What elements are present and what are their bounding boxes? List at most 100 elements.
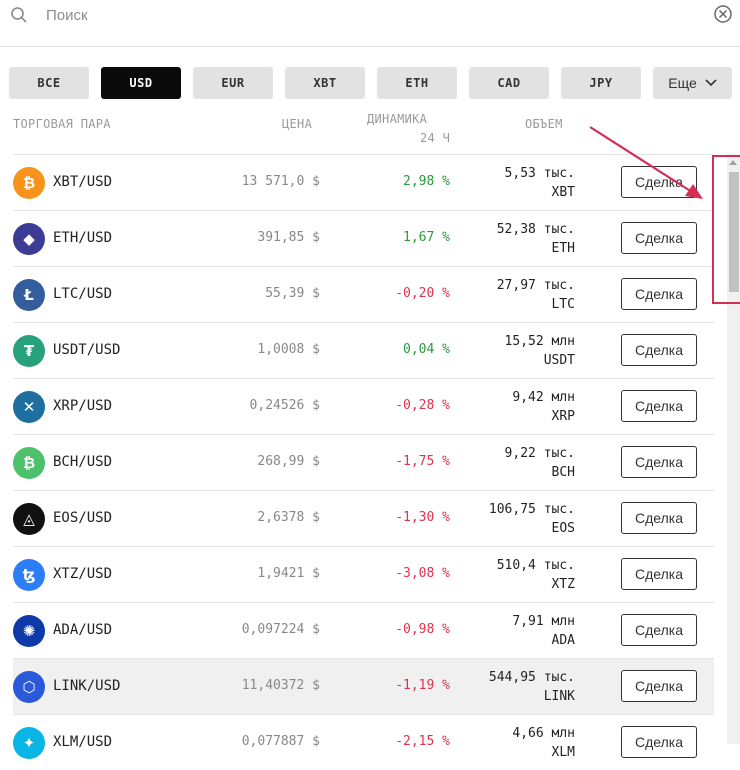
volume-currency: ETH bbox=[551, 241, 575, 256]
clear-search-icon[interactable] bbox=[713, 4, 733, 24]
table-row[interactable]: ꜩ XTZ/USD 1,9421 $ -3,08 % 510,4 тыс. XTZ Сдел… bbox=[13, 546, 714, 602]
header-pair[interactable]: ТОРГОВАЯ ПАРА bbox=[13, 117, 111, 131]
table-row[interactable]: ◆ ETH/USD 391,85 $ 1,67 % 52,38 тыс. ETH Сделк… bbox=[13, 210, 714, 266]
volume-amount: 5,53 тыс. bbox=[504, 166, 575, 181]
tab-eur[interactable]: EUR bbox=[193, 67, 273, 99]
volume-currency: BCH bbox=[551, 465, 575, 480]
change-value: -0,98 % bbox=[395, 622, 450, 637]
volume-amount: 106,75 тыс. bbox=[488, 502, 575, 517]
table-row[interactable]: ⬡ LINK/USD 11,40372 $ -1,19 % 544,95 тыс. LIN… bbox=[13, 658, 714, 714]
trade-button[interactable]: Сделка bbox=[621, 502, 697, 534]
search-bar bbox=[0, 0, 740, 47]
change-value: 1,67 % bbox=[403, 230, 450, 245]
trade-button[interactable]: Сделка bbox=[621, 390, 697, 422]
volume-amount: 9,22 тыс. bbox=[504, 446, 575, 461]
tab-jpy[interactable]: JPY bbox=[561, 67, 641, 99]
pair-label[interactable]: XLM/USD bbox=[53, 734, 112, 750]
search-icon bbox=[11, 7, 27, 23]
price-value: 268,99 $ bbox=[257, 454, 320, 469]
pair-label[interactable]: LTC/USD bbox=[53, 286, 112, 302]
stellar-icon: ✦ bbox=[13, 727, 45, 759]
volume-value: 544,95 тыс. LINK bbox=[489, 668, 575, 706]
price-value: 1,0008 $ bbox=[257, 342, 320, 357]
pair-label[interactable]: XTZ/USD bbox=[53, 566, 112, 582]
annotation-highlight-box bbox=[712, 155, 740, 304]
litecoin-icon: Ł bbox=[13, 279, 45, 311]
volume-amount: 27,97 тыс. bbox=[496, 278, 575, 293]
table-row[interactable]: ₮ USDT/USD 1,0008 $ 0,04 % 15,52 млн USDT Сдел… bbox=[13, 322, 714, 378]
volume-amount: 52,38 тыс. bbox=[496, 222, 575, 237]
volume-currency: USDT bbox=[543, 353, 575, 368]
change-value: -2,15 % bbox=[395, 734, 450, 749]
trade-button[interactable]: Сделка bbox=[621, 278, 697, 310]
pair-label[interactable]: XRP/USD bbox=[53, 398, 112, 414]
header-price[interactable]: ЦЕНА bbox=[282, 117, 312, 131]
ethereum-icon: ◆ bbox=[13, 223, 45, 255]
volume-amount: 4,66 млн bbox=[512, 726, 575, 741]
header-volume[interactable]: ОБЪЕМ bbox=[525, 117, 563, 131]
tezos-icon: ꜩ bbox=[13, 559, 45, 591]
change-value: -1,19 % bbox=[395, 678, 450, 693]
change-value: -1,30 % bbox=[395, 510, 450, 525]
trade-button[interactable]: Сделка bbox=[621, 446, 697, 478]
volume-currency: EOS bbox=[551, 521, 575, 536]
eos-icon: ◬ bbox=[13, 503, 45, 535]
volume-value: 510,4 тыс. XTZ bbox=[497, 556, 575, 594]
table-row[interactable]: ◬ EOS/USD 2,6378 $ -1,30 % 106,75 тыс. EOS Сде… bbox=[13, 490, 714, 546]
trade-button[interactable]: Сделка bbox=[621, 222, 697, 254]
pair-label[interactable]: ADA/USD bbox=[53, 622, 112, 638]
change-value: -0,28 % bbox=[395, 398, 450, 413]
volume-currency: LTC bbox=[551, 297, 575, 312]
price-value: 0,24526 $ bbox=[249, 398, 320, 413]
more-dropdown[interactable]: Еще bbox=[653, 67, 732, 99]
volume-amount: 544,95 тыс. bbox=[488, 670, 575, 685]
trade-button[interactable]: Сделка bbox=[621, 614, 697, 646]
table-row[interactable]: ✦ XLM/USD 0,077887 $ -2,15 % 4,66 млн XLM Сдел… bbox=[13, 714, 714, 770]
tab-all[interactable]: ВСЕ bbox=[9, 67, 89, 99]
trade-button[interactable]: Сделка bbox=[621, 334, 697, 366]
pair-label[interactable]: EOS/USD bbox=[53, 510, 112, 526]
volume-currency: ADA bbox=[551, 633, 575, 648]
volume-value: 15,52 млн USDT bbox=[505, 332, 575, 370]
change-value: -3,08 % bbox=[395, 566, 450, 581]
pair-label[interactable]: LINK/USD bbox=[53, 678, 120, 694]
header-change[interactable]: ДИНАМИКА bbox=[367, 112, 427, 126]
tab-usd[interactable]: USD bbox=[101, 67, 181, 99]
price-value: 391,85 $ bbox=[257, 230, 320, 245]
bitcoin-icon: ₿ bbox=[13, 167, 45, 199]
volume-value: 9,42 млн XRP bbox=[512, 388, 575, 426]
trade-button[interactable]: Сделка bbox=[621, 558, 697, 590]
tab-cad[interactable]: CAD bbox=[469, 67, 549, 99]
cardano-icon: ✺ bbox=[13, 615, 45, 647]
table-row[interactable]: ✕ XRP/USD 0,24526 $ -0,28 % 9,42 млн XRP Сделк… bbox=[13, 378, 714, 434]
volume-amount: 15,52 млн bbox=[504, 334, 575, 349]
change-value: -1,75 % bbox=[395, 454, 450, 469]
tab-eth[interactable]: ETH bbox=[377, 67, 457, 99]
volume-currency: XLM bbox=[551, 745, 575, 760]
pair-label[interactable]: USDT/USD bbox=[53, 342, 120, 358]
pair-label[interactable]: BCH/USD bbox=[53, 454, 112, 470]
bitcoin-cash-icon: ₿ bbox=[13, 447, 45, 479]
chainlink-icon: ⬡ bbox=[13, 671, 45, 703]
volume-value: 9,22 тыс. BCH bbox=[505, 444, 575, 482]
volume-value: 4,66 млн XLM bbox=[512, 724, 575, 762]
tab-xbt[interactable]: XBT bbox=[285, 67, 365, 99]
trade-button[interactable]: Сделка bbox=[621, 670, 697, 702]
table-row[interactable]: ✺ ADA/USD 0,097224 $ -0,98 % 7,91 млн ADA Сдел… bbox=[13, 602, 714, 658]
price-value: 1,9421 $ bbox=[257, 566, 320, 581]
header-change-period: 24 Ч bbox=[420, 131, 451, 145]
change-value: -0,20 % bbox=[395, 286, 450, 301]
tether-icon: ₮ bbox=[13, 335, 45, 367]
annotation-arrow-icon bbox=[589, 126, 703, 199]
volume-amount: 7,91 млн bbox=[512, 614, 575, 629]
change-value: 0,04 % bbox=[403, 342, 450, 357]
volume-amount: 510,4 тыс. bbox=[496, 558, 575, 573]
pair-label[interactable]: XBT/USD bbox=[53, 174, 112, 190]
trade-button[interactable]: Сделка bbox=[621, 726, 697, 758]
more-label: Еще bbox=[668, 75, 697, 91]
volume-currency: LINK bbox=[543, 689, 575, 704]
table-row[interactable]: ₿ BCH/USD 268,99 $ -1,75 % 9,22 тыс. BCH Сделк… bbox=[13, 434, 714, 490]
search-input[interactable] bbox=[44, 2, 668, 28]
table-row[interactable]: Ł LTC/USD 55,39 $ -0,20 % 27,97 тыс. LTC Сделк… bbox=[13, 266, 714, 322]
pair-label[interactable]: ETH/USD bbox=[53, 230, 112, 246]
